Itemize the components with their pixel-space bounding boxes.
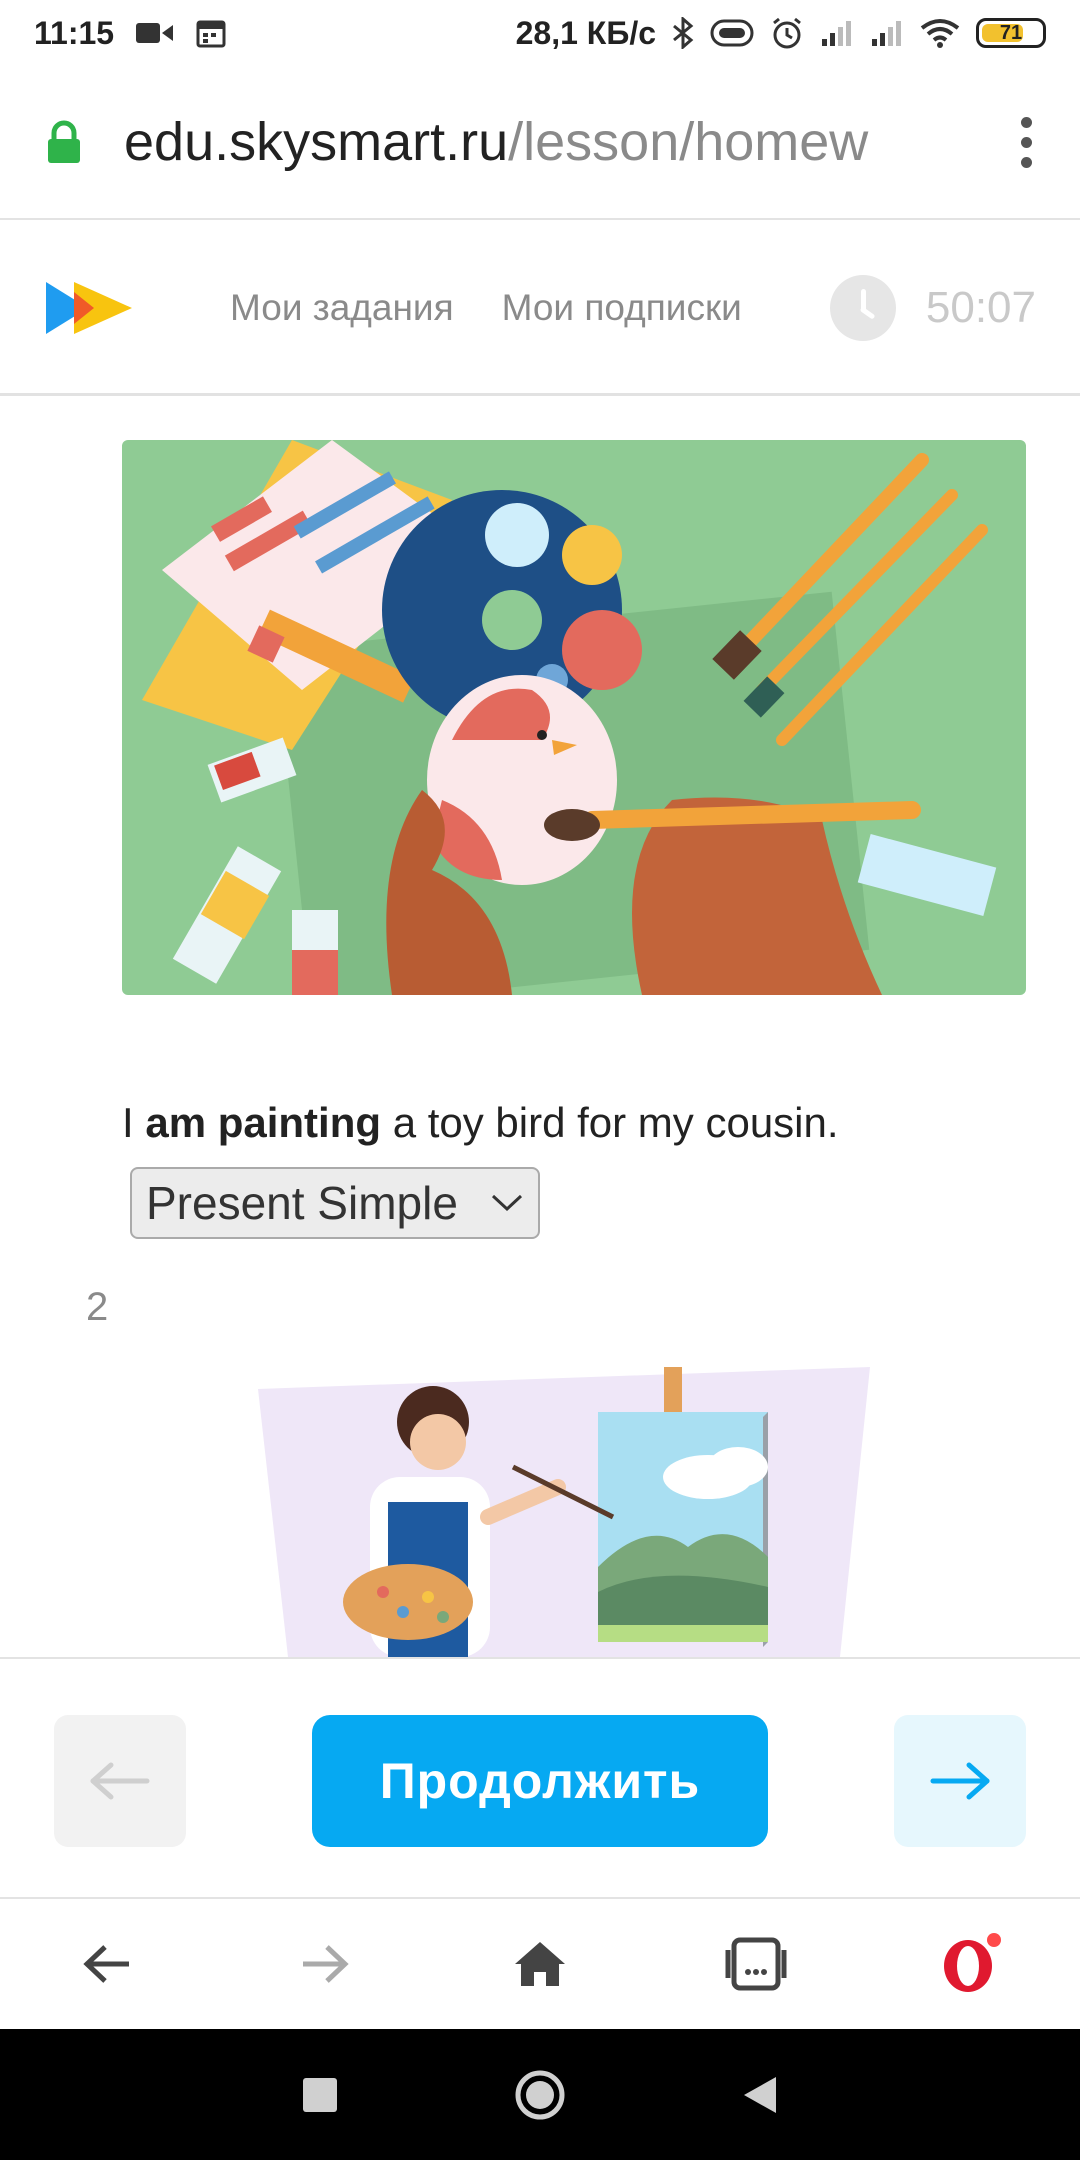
url-host: edu.skysmart.ru	[124, 112, 509, 172]
calendar-icon	[196, 20, 226, 48]
opera-menu-button[interactable]	[932, 1924, 1012, 2004]
arrow-left-icon	[83, 1945, 129, 1983]
tense-select-value: Present Simple	[146, 1177, 458, 1229]
arrow-right-icon	[930, 1762, 990, 1800]
browser-home-button[interactable]	[500, 1924, 580, 2004]
boy-painting-illustration	[258, 1367, 870, 1657]
network-speed: 28,1 КБ/с	[515, 14, 656, 51]
wifi-icon	[920, 19, 960, 48]
browser-menu-button[interactable]	[1016, 116, 1036, 168]
next-button[interactable]	[894, 1715, 1026, 1847]
circle-icon	[515, 2070, 565, 2119]
system-back-button[interactable]	[725, 2060, 795, 2130]
browser-nav-bar	[0, 1897, 1080, 2029]
lesson-content[interactable]: I am painting a toy bird for my cousin. …	[0, 399, 1080, 1657]
url-field[interactable]: edu.skysmart.ru/lesson/homew	[124, 111, 974, 173]
system-home-button[interactable]	[505, 2060, 575, 2130]
skysmart-logo[interactable]	[44, 276, 134, 340]
task-number: 2	[86, 1285, 109, 1329]
tense-select[interactable]: Present Simple	[130, 1167, 540, 1239]
status-time: 11:15	[34, 14, 115, 51]
battery-percent: 71	[999, 21, 1023, 44]
dot-icon	[1020, 136, 1032, 148]
chevron-down-icon	[491, 1194, 523, 1212]
nav-my-subscriptions[interactable]: Мои подписки	[502, 287, 742, 329]
signal-icon-2	[872, 21, 901, 46]
opera-logo-icon	[944, 1933, 1001, 1992]
continue-button[interactable]: Продолжить	[312, 1715, 768, 1847]
signal-icon-1	[822, 21, 851, 46]
site-header: Мои задания Мои подписки 50:07	[0, 222, 1080, 396]
painting-bird-illustration	[122, 440, 1026, 995]
dot-icon	[1020, 156, 1032, 168]
tabs-icon	[725, 1937, 787, 1991]
clock-icon	[829, 274, 896, 341]
sentence-start: I	[122, 1099, 146, 1146]
browser-back-button[interactable]	[68, 1924, 148, 2004]
url-path: /lesson/homew	[508, 112, 869, 172]
home-icon	[515, 1942, 565, 1986]
previous-button[interactable]	[54, 1715, 186, 1847]
data-saver-icon	[710, 19, 754, 47]
lock-icon	[48, 120, 80, 163]
task-sentence: I am painting a toy bird for my cousin.	[122, 1099, 839, 1147]
bluetooth-icon	[673, 17, 694, 49]
battery-icon: 71	[976, 18, 1046, 48]
timer-value: 50:07	[925, 282, 1036, 332]
status-bar: 11:15 28,1 КБ/с 71	[0, 0, 1080, 66]
sentence-verb: am painting	[145, 1099, 382, 1146]
video-camera-icon	[136, 23, 174, 43]
dot-icon	[1020, 116, 1032, 128]
recent-apps-button[interactable]	[285, 2060, 355, 2130]
triangle-back-icon	[744, 2076, 776, 2113]
alarm-icon	[773, 17, 801, 49]
sentence-end: a toy bird for my cousin.	[381, 1099, 839, 1146]
timer: 50:07	[829, 274, 1036, 341]
square-icon	[303, 2077, 337, 2112]
browser-tabs-button[interactable]	[716, 1924, 796, 2004]
system-nav-bar	[0, 2029, 1080, 2160]
arrow-left-icon	[90, 1762, 150, 1800]
arrow-right-icon	[303, 1945, 349, 1983]
browser-forward-button[interactable]	[284, 1924, 364, 2004]
lesson-action-bar: Продолжить	[0, 1657, 1080, 1897]
browser-address-bar: edu.skysmart.ru/lesson/homew	[0, 66, 1080, 220]
nav-my-tasks[interactable]: Мои задания	[230, 287, 454, 329]
